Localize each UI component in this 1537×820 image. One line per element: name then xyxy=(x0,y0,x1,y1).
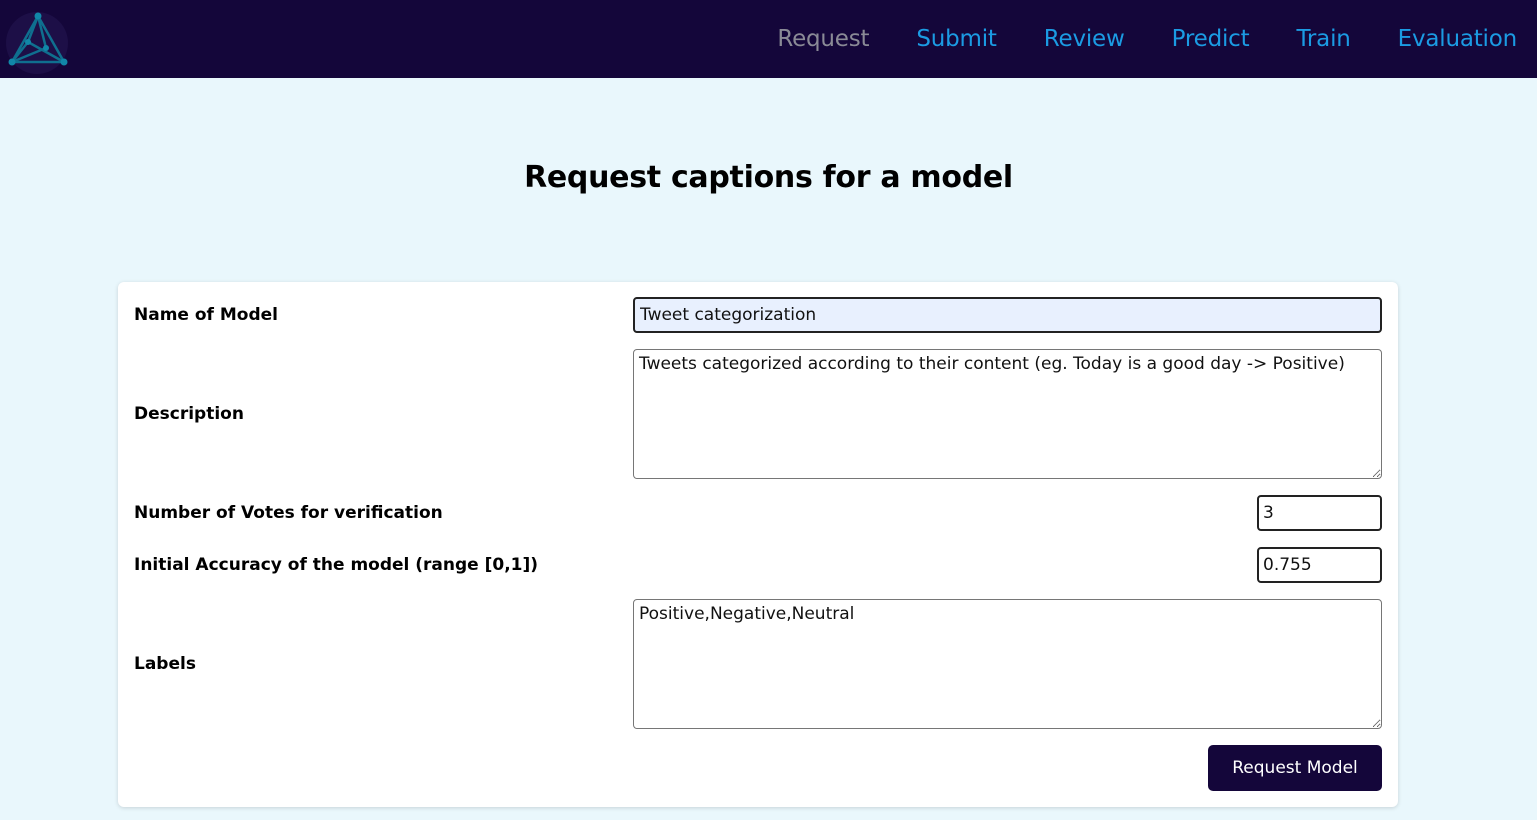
main-nav: Request Submit Review Predict Train Eval… xyxy=(730,0,1517,78)
labels-textarea[interactable]: Positive,Negative,Neutral xyxy=(633,599,1382,729)
request-model-form: Name of Model Description Tweets categor… xyxy=(118,282,1398,807)
votes-label: Number of Votes for verification xyxy=(134,503,443,523)
request-model-button[interactable]: Request Model xyxy=(1208,745,1382,791)
page-title: Request captions for a model xyxy=(524,160,1013,195)
nav-link-submit[interactable]: Submit xyxy=(916,26,997,52)
nav-link-predict[interactable]: Predict xyxy=(1172,26,1250,52)
description-textarea[interactable]: Tweets categorized according to their co… xyxy=(633,349,1382,479)
nav-link-review[interactable]: Review xyxy=(1044,26,1125,52)
model-name-label: Name of Model xyxy=(134,305,278,325)
labels-label: Labels xyxy=(134,654,196,674)
nav-link-train[interactable]: Train xyxy=(1296,26,1350,52)
network-triangle-logo-icon[interactable] xyxy=(4,10,70,76)
accuracy-input[interactable] xyxy=(1257,547,1382,583)
votes-input[interactable] xyxy=(1257,495,1382,531)
nav-link-evaluation[interactable]: Evaluation xyxy=(1398,26,1518,52)
model-name-input[interactable] xyxy=(633,297,1382,333)
navbar: Request Submit Review Predict Train Eval… xyxy=(0,0,1537,78)
accuracy-label: Initial Accuracy of the model (range [0,… xyxy=(134,555,539,575)
description-label: Description xyxy=(134,404,244,424)
nav-link-request[interactable]: Request xyxy=(777,26,869,52)
